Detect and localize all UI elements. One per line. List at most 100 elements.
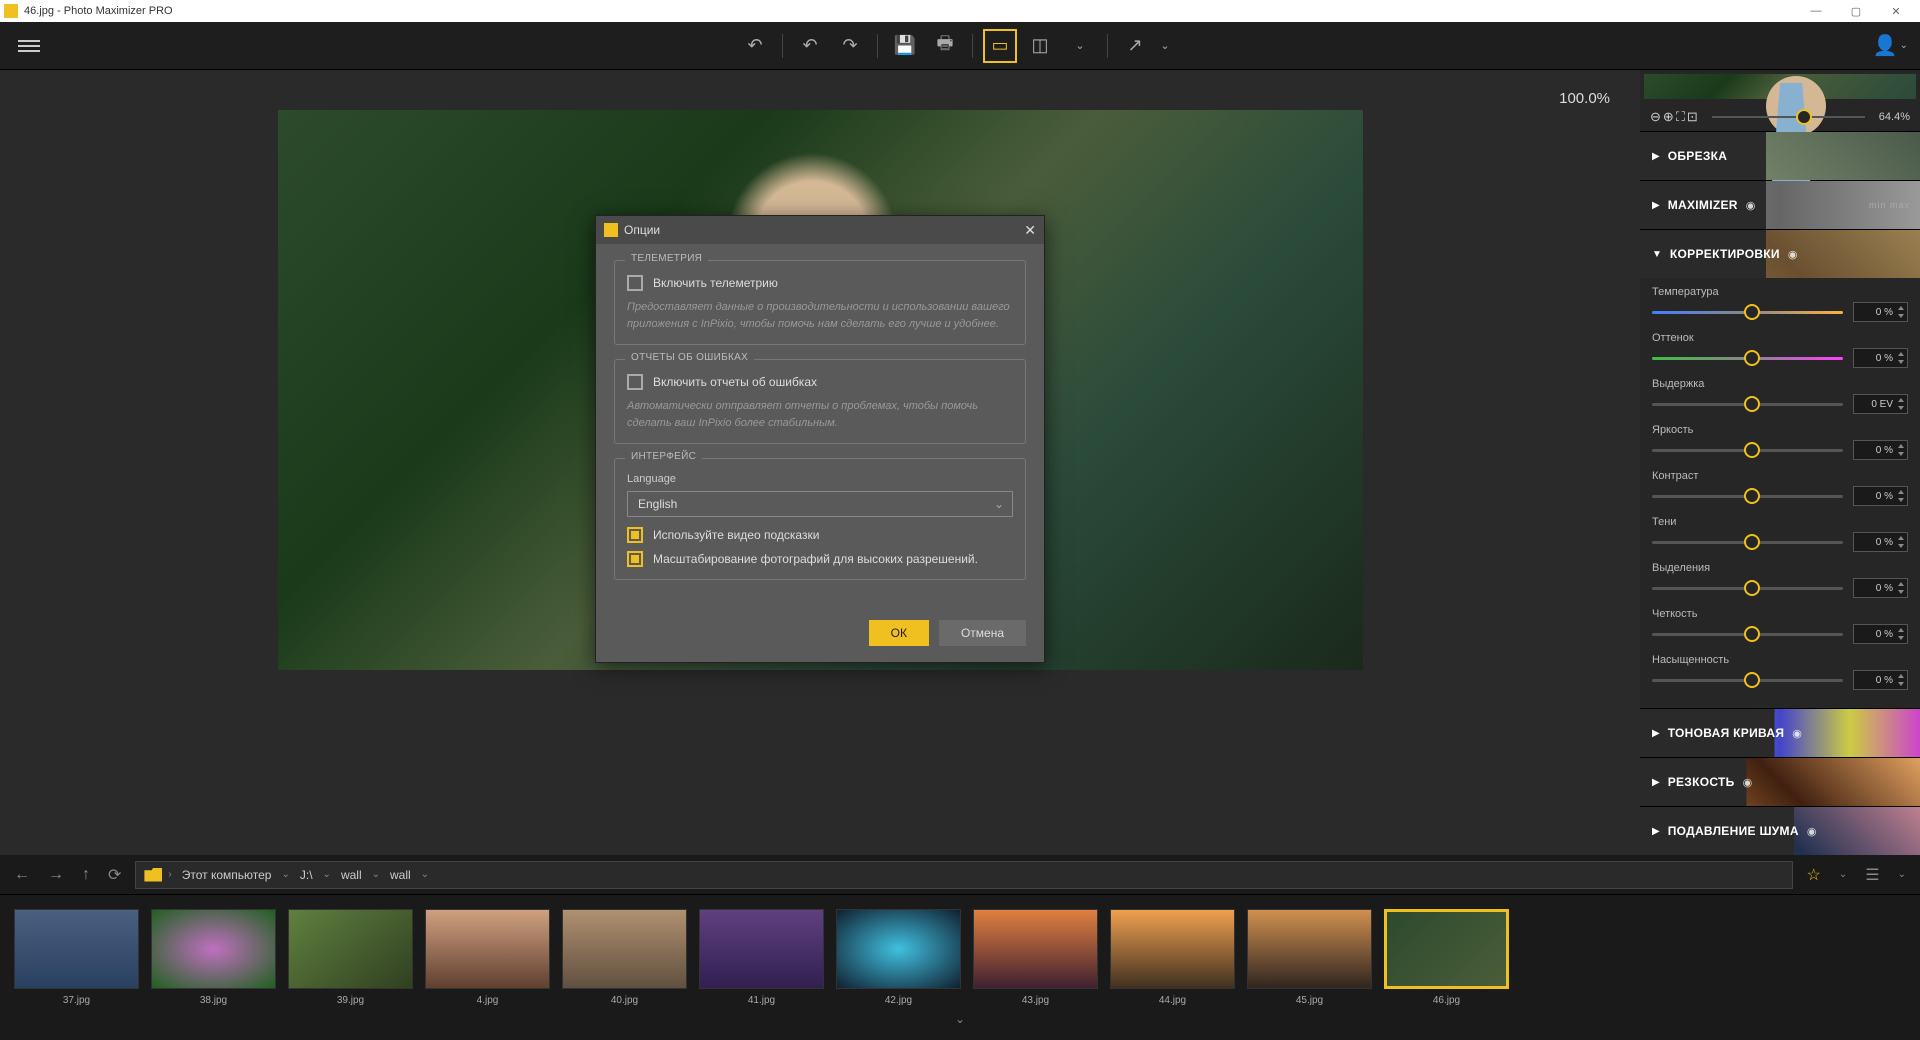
view-options-button[interactable]: ☰	[1861, 861, 1883, 889]
adj-slider[interactable]	[1652, 311, 1843, 314]
ok-button[interactable]: ОК	[869, 620, 929, 646]
adj-label: Температура	[1652, 286, 1908, 298]
adj-slider[interactable]	[1652, 495, 1843, 498]
thumbnail[interactable]: 38.jpg	[151, 909, 276, 1006]
adj-label: Насыщенность	[1652, 654, 1908, 666]
adj-value[interactable]: 0 %	[1853, 532, 1908, 552]
panel-maximizer[interactable]: ▶MAXIMIZER◉	[1640, 181, 1920, 229]
adj-value[interactable]: 0 %	[1853, 486, 1908, 506]
panel-sharpness[interactable]: ▶РЕЗКОСТЬ◉	[1640, 758, 1920, 806]
thumbnail[interactable]: 46.jpg	[1384, 909, 1509, 1006]
zoom-slider[interactable]	[1712, 116, 1865, 118]
cancel-button[interactable]: Отмена	[939, 620, 1026, 646]
eye-icon[interactable]: ◉	[1792, 727, 1802, 740]
close-button[interactable]: ✕	[1876, 0, 1916, 22]
user-menu[interactable]: 👤⌄	[1873, 33, 1908, 58]
adj-label: Оттенок	[1652, 332, 1908, 344]
errors-checkbox[interactable]	[627, 374, 643, 390]
expand-filmstrip[interactable]: ⌄	[0, 1010, 1920, 1026]
adj-slider[interactable]	[1652, 449, 1843, 452]
adj-value[interactable]: 0 %	[1853, 302, 1908, 322]
adj-slider[interactable]	[1652, 679, 1843, 682]
view-single-button[interactable]: ▭	[983, 29, 1017, 63]
separator	[877, 34, 878, 58]
thumb-image	[425, 909, 550, 989]
thumbnail[interactable]: 43.jpg	[973, 909, 1098, 1006]
thumbnail[interactable]: 37.jpg	[14, 909, 139, 1006]
one-to-one-icon[interactable]: ⊡	[1687, 109, 1698, 125]
preview-image[interactable]	[1644, 74, 1916, 99]
maximize-button[interactable]: ▢	[1836, 0, 1876, 22]
view-options-dropdown[interactable]: ⌄	[1894, 865, 1910, 884]
eye-icon[interactable]: ◉	[1807, 825, 1817, 838]
language-select[interactable]: English	[627, 491, 1013, 517]
adj-slider[interactable]	[1652, 403, 1843, 406]
separator	[782, 34, 783, 58]
thumbnail[interactable]: 4.jpg	[425, 909, 550, 1006]
adj-slider[interactable]	[1652, 541, 1843, 544]
menu-button[interactable]	[12, 34, 46, 58]
thumbnail[interactable]: 44.jpg	[1110, 909, 1235, 1006]
chevron-down-icon: ▼	[1652, 249, 1662, 260]
adj-slider[interactable]	[1652, 587, 1843, 590]
dialog-close-button[interactable]: ✕	[1024, 222, 1036, 239]
eye-icon[interactable]: ◉	[1788, 248, 1798, 261]
redo-button[interactable]: ↷	[833, 29, 867, 63]
thumbnail[interactable]: 42.jpg	[836, 909, 961, 1006]
favorite-button[interactable]: ☆	[1803, 861, 1825, 889]
breadcrumb[interactable]: › Этот компьютер⌄ J:\⌄ wall⌄ wall⌄	[135, 861, 1792, 889]
panel-adjustments[interactable]: ▼КОРРЕКТИРОВКИ◉	[1640, 230, 1920, 278]
adj-value[interactable]: 0 %	[1853, 348, 1908, 368]
adj-label: Контраст	[1652, 470, 1908, 482]
thumb-label: 41.jpg	[748, 995, 775, 1006]
thumb-label: 39.jpg	[337, 995, 364, 1006]
video-hints-checkbox[interactable]	[627, 527, 643, 543]
panel-crop[interactable]: ▶ОБРЕЗКА	[1640, 132, 1920, 180]
share-button[interactable]: ↗	[1118, 29, 1152, 63]
undo2-button[interactable]: ↶	[793, 29, 827, 63]
adj-value[interactable]: 0 %	[1853, 578, 1908, 598]
thumb-image	[288, 909, 413, 989]
thumbnail[interactable]: 40.jpg	[562, 909, 687, 1006]
minimize-button[interactable]: —	[1796, 0, 1836, 22]
thumbnail[interactable]: 45.jpg	[1247, 909, 1372, 1006]
nav-refresh-button[interactable]: ⟳	[104, 861, 125, 889]
thumb-label: 38.jpg	[200, 995, 227, 1006]
adj-value[interactable]: 0 EV	[1853, 394, 1908, 414]
panel-tone-curve[interactable]: ▶ТОНОВАЯ КРИВАЯ◉	[1640, 709, 1920, 757]
errors-help: Автоматически отправляет отчеты о пробле…	[627, 398, 1013, 431]
nav-up-button[interactable]: ↑	[78, 862, 94, 888]
eye-icon[interactable]: ◉	[1743, 776, 1753, 789]
panel-noise[interactable]: ▶ПОДАВЛЕНИЕ ШУМА◉	[1640, 807, 1920, 855]
save-button[interactable]: 💾	[888, 29, 922, 63]
dialog-title: Опции	[624, 223, 660, 237]
eye-icon[interactable]: ◉	[1746, 199, 1756, 212]
undo-button[interactable]: ↶	[738, 29, 772, 63]
thumb-label: 45.jpg	[1296, 995, 1323, 1006]
view-dropdown[interactable]: ⌄	[1063, 29, 1097, 63]
adj-slider[interactable]	[1652, 357, 1843, 360]
chevron-right-icon: ▶	[1652, 200, 1660, 211]
thumbnail[interactable]: 39.jpg	[288, 909, 413, 1006]
adj-value[interactable]: 0 %	[1853, 440, 1908, 460]
thumb-label: 43.jpg	[1022, 995, 1049, 1006]
adj-value[interactable]: 0 %	[1853, 624, 1908, 644]
adj-slider[interactable]	[1652, 633, 1843, 636]
favorite-dropdown[interactable]: ⌄	[1835, 865, 1851, 884]
fit-icon[interactable]: ⛶	[1676, 109, 1685, 125]
print-button[interactable]: 🖶	[928, 29, 962, 63]
chevron-right-icon: ▶	[1652, 728, 1660, 739]
view-split-button[interactable]: ◫	[1023, 29, 1057, 63]
zoom-in-icon[interactable]: ⊕	[1663, 109, 1674, 125]
thumbnail[interactable]: 41.jpg	[699, 909, 824, 1006]
nav-forward-button[interactable]: →	[44, 862, 68, 888]
share-dropdown[interactable]: ⌄	[1148, 29, 1182, 63]
zoom-out-icon[interactable]: ⊖	[1650, 109, 1661, 125]
scaling-checkbox[interactable]	[627, 551, 643, 567]
adj-label: Тени	[1652, 516, 1908, 528]
nav-back-button[interactable]: ←	[10, 862, 34, 888]
folder-icon	[144, 868, 162, 882]
sidebar: ⊖ ⊕ ⛶ ⊡ 64.4% ▶ОБРЕЗКА ▶MAXIMIZER◉ ▼КОРР…	[1640, 70, 1920, 855]
adj-value[interactable]: 0 %	[1853, 670, 1908, 690]
telemetry-checkbox[interactable]	[627, 275, 643, 291]
